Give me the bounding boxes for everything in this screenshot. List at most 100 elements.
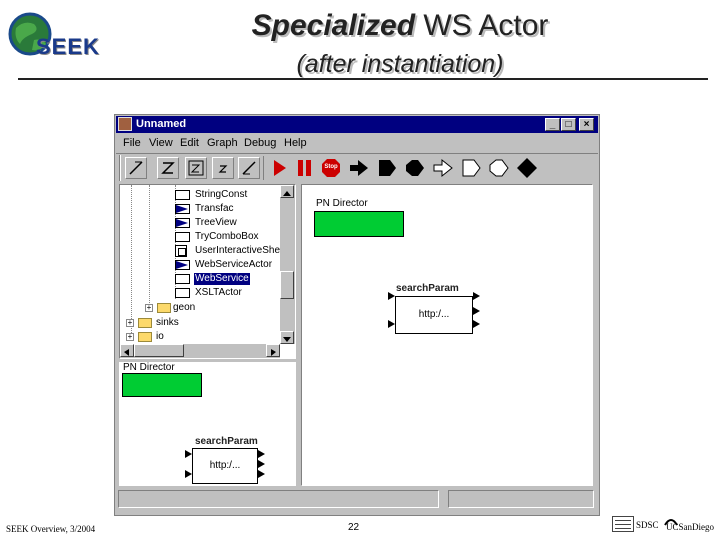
stop-icon[interactable]: Stop <box>320 157 342 179</box>
footer-text: SEEK Overview, 3/2004 <box>6 524 96 534</box>
input-port[interactable] <box>388 292 395 300</box>
zoom-small-icon[interactable] <box>212 157 234 179</box>
zoom-out-icon[interactable] <box>238 157 260 179</box>
status-bar <box>118 490 439 508</box>
scroll-thumb[interactable] <box>134 344 184 357</box>
actor-icon <box>175 288 190 298</box>
port-multi-io-icon[interactable] <box>488 157 510 179</box>
actor-icon <box>175 204 190 214</box>
folder-icon <box>138 332 152 342</box>
output-port[interactable] <box>473 292 480 300</box>
menu-help[interactable]: Help <box>284 136 307 150</box>
actor-icon <box>175 190 190 200</box>
status-bar-secondary <box>448 490 594 508</box>
scroll-down-button[interactable] <box>280 331 294 344</box>
toolbar-grip <box>119 155 121 181</box>
port-io-icon[interactable] <box>404 157 426 179</box>
actor-title: searchParam <box>195 436 258 447</box>
expand-toggle[interactable]: + <box>145 304 153 312</box>
searchparam-actor[interactable]: http:/... <box>192 448 258 484</box>
menu-graph[interactable]: Graph <box>207 136 238 150</box>
maximize-button[interactable]: □ <box>561 118 576 131</box>
window-title: Unnamed <box>136 118 187 130</box>
scroll-left-button[interactable] <box>120 344 134 357</box>
tree-item-label-selected: WebService <box>194 273 250 285</box>
slide-title-rest: WS Actor <box>423 9 549 42</box>
sdsc-logo-icon <box>612 516 634 532</box>
folder-icon <box>157 303 171 313</box>
pn-director[interactable] <box>314 211 404 237</box>
relation-icon[interactable] <box>516 157 538 179</box>
tree-folder-label: io <box>156 331 164 342</box>
actor-icon <box>175 218 190 228</box>
ucsd-logo: UCSanDiego <box>666 522 714 532</box>
expand-toggle[interactable]: + <box>126 333 134 341</box>
actor-icon <box>175 260 190 270</box>
input-port[interactable] <box>185 450 192 458</box>
footer-logos: SDSC UCSanDiego <box>612 514 714 536</box>
slide-title-bold: Specialized <box>251 9 416 42</box>
window-app-icon[interactable] <box>118 117 132 131</box>
output-port[interactable] <box>258 470 265 478</box>
searchparam-actor[interactable]: http:/... <box>395 296 473 334</box>
zoom-fit-icon[interactable] <box>185 157 207 179</box>
port-multi-output-icon[interactable] <box>460 157 482 179</box>
graph-canvas-secondary[interactable]: PN Director searchParam http:/... <box>119 362 296 486</box>
close-button[interactable]: × <box>579 118 594 131</box>
toolbar-divider <box>263 156 264 180</box>
expand-toggle[interactable]: + <box>126 319 134 327</box>
tree-item-label: TreeView <box>195 217 237 228</box>
tree-line <box>131 185 133 335</box>
tree-folder-label: geon <box>173 302 196 313</box>
window-titlebar[interactable] <box>116 116 598 133</box>
seek-logo-text: SEEK <box>36 34 100 59</box>
menu-file[interactable]: File <box>123 136 141 150</box>
tree-horizontal-scrollbar[interactable] <box>120 344 280 358</box>
tree-item-label: TryComboBox <box>195 231 259 242</box>
run-icon[interactable] <box>268 157 290 179</box>
output-port[interactable] <box>473 307 480 315</box>
actor-icon <box>175 245 187 257</box>
seek-logo: SEEK <box>6 10 118 62</box>
menu-view[interactable]: View <box>149 136 173 150</box>
port-multi-input-icon[interactable] <box>432 157 454 179</box>
toolbar-separator <box>116 153 598 154</box>
scroll-up-button[interactable] <box>280 185 294 198</box>
tree-item-label: StringConst <box>195 189 248 200</box>
tree-line <box>149 185 151 307</box>
slide-subtitle: (after instantiation) <box>296 50 504 78</box>
actor-title: searchParam <box>396 283 459 294</box>
zoom-in-icon[interactable] <box>125 157 147 179</box>
page-number: 22 <box>348 522 360 533</box>
folder-icon <box>138 318 152 328</box>
sdsc-logo: SDSC <box>636 520 659 530</box>
tree-item-label: Transfac <box>195 203 234 214</box>
output-port[interactable] <box>258 450 265 458</box>
port-input-icon[interactable] <box>348 157 370 179</box>
output-port[interactable] <box>473 320 480 328</box>
scroll-thumb[interactable] <box>280 271 294 299</box>
tree-item-label: WebServiceActor <box>195 259 273 270</box>
port-output-icon[interactable] <box>376 157 398 179</box>
zoom-reset-icon[interactable] <box>157 157 179 179</box>
tree-item-label: XSLTActor <box>195 287 242 298</box>
tree-folder-label: sinks <box>156 317 179 328</box>
actor-icon <box>175 274 190 284</box>
minimize-button[interactable]: _ <box>545 118 560 131</box>
title-divider <box>18 78 708 80</box>
pause-icon[interactable] <box>294 157 316 179</box>
output-port[interactable] <box>258 460 265 468</box>
scroll-right-button[interactable] <box>266 344 280 357</box>
tree-item-label: UserInteractiveShell <box>195 245 285 256</box>
slide-title: Specialized WS Actor <box>180 6 620 46</box>
input-port[interactable] <box>185 470 192 478</box>
pn-director[interactable] <box>122 373 202 397</box>
menu-edit[interactable]: Edit <box>180 136 199 150</box>
actor-icon <box>175 232 190 242</box>
actor-library-tree[interactable]: StringConst Transfac TreeView TryComboBo… <box>119 184 296 359</box>
tree-vertical-scrollbar[interactable] <box>280 185 295 344</box>
menu-debug[interactable]: Debug <box>244 136 276 150</box>
input-port[interactable] <box>388 320 395 328</box>
graph-canvas[interactable]: PN Director searchParam http:/... <box>301 184 593 486</box>
stop-icon-label: Stop <box>324 164 338 170</box>
